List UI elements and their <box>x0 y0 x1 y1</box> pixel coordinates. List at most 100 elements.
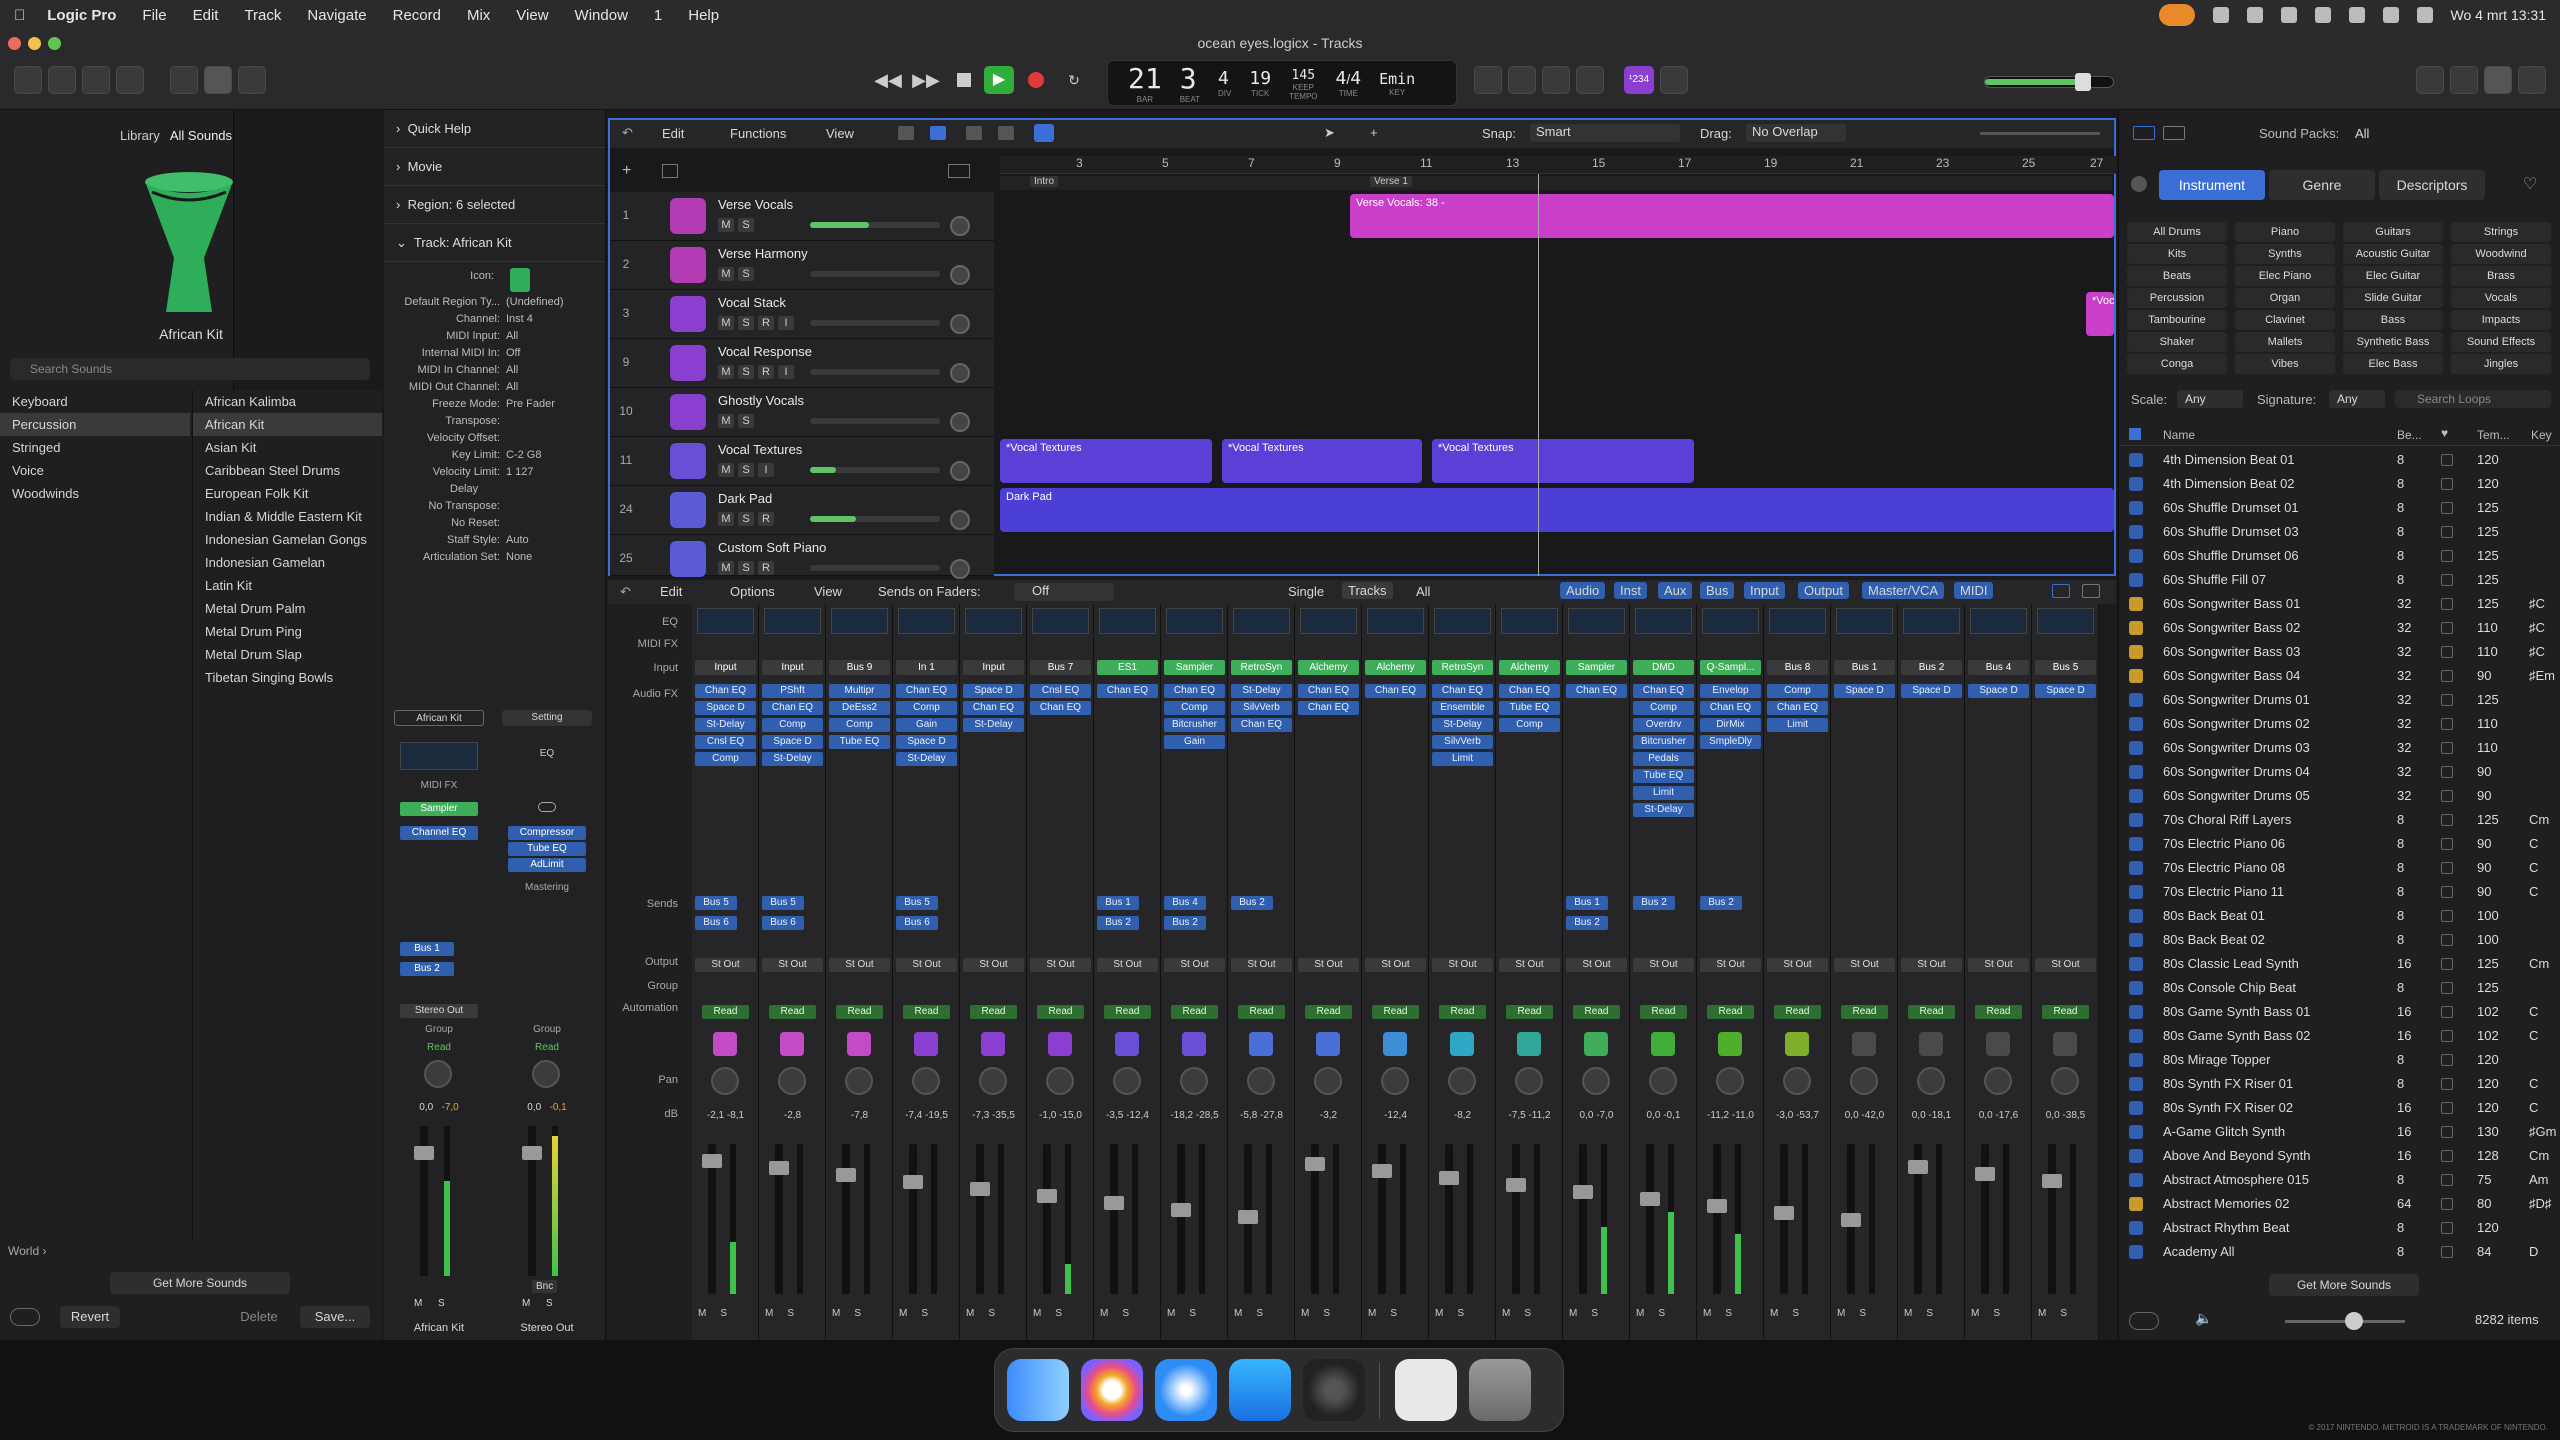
channel-fader[interactable] <box>1238 1144 1258 1294</box>
mute-button[interactable]: M <box>1033 1308 1041 1319</box>
mute-button[interactable]: M <box>2038 1308 2046 1319</box>
solo-icon[interactable] <box>1508 66 1536 94</box>
mute-button[interactable]: M <box>718 218 734 232</box>
loops-view-icon[interactable] <box>2133 126 2155 140</box>
fader-cap[interactable] <box>1171 1203 1191 1217</box>
input-monitor-button[interactable]: I <box>778 365 794 379</box>
send-slot[interactable]: Bus 2 <box>1633 896 1675 910</box>
solo-button[interactable]: S <box>720 1308 727 1319</box>
pointer-tool-icon[interactable]: ➤ <box>1324 125 1335 141</box>
audio-fx-slot[interactable]: Chan EQ <box>1231 718 1292 732</box>
favorite-checkbox[interactable] <box>2441 598 2453 610</box>
solo-button[interactable]: S <box>1658 1308 1665 1319</box>
library-item[interactable]: Indonesian Gamelan Gongs <box>193 528 382 551</box>
channel-output[interactable]: St Out <box>1365 958 1426 972</box>
automation-mode[interactable]: Read <box>1439 1005 1486 1019</box>
mute-button[interactable]: M <box>1167 1308 1175 1319</box>
favorite-checkbox[interactable] <box>2441 910 2453 922</box>
cycle-icon[interactable]: ↻ <box>1060 66 1088 94</box>
audio-fx-slot[interactable]: Gain <box>1164 735 1225 749</box>
send-slot[interactable]: Bus 1 <box>1097 896 1139 910</box>
library-category[interactable]: Percussion <box>0 413 190 436</box>
loop-list-item[interactable]: Academy All 8 84 D <box>2119 1240 2560 1264</box>
menu-mix[interactable]: Mix <box>467 7 490 24</box>
channel-fader[interactable] <box>1573 1144 1593 1294</box>
channel-eq-thumb[interactable] <box>697 608 754 634</box>
loop-category-button[interactable]: Jingles <box>2451 354 2551 374</box>
tab-descriptors[interactable]: Descriptors <box>2379 170 2485 200</box>
audio-fx-slot[interactable]: Chan EQ <box>1164 684 1225 698</box>
list-editors-icon[interactable] <box>2416 66 2444 94</box>
fader-cap[interactable] <box>1707 1199 1727 1213</box>
catch-icon[interactable] <box>1034 124 1054 142</box>
narrow-channels-icon[interactable] <box>2052 584 2070 598</box>
track-volume-slider[interactable] <box>810 369 940 375</box>
mute-button[interactable]: M <box>1234 1308 1242 1319</box>
channel-eq-thumb[interactable] <box>764 608 821 634</box>
loop-list-item[interactable]: 80s Console Chip Beat 8 125 <box>2119 976 2560 1000</box>
menu-view[interactable]: View <box>516 7 548 24</box>
automation-mode[interactable]: Read <box>1975 1005 2022 1019</box>
column-beats[interactable]: Be... <box>2397 428 2422 442</box>
loop-list-item[interactable]: 80s Classic Lead Synth 16 125 Cm <box>2119 952 2560 976</box>
audio-fx-slot[interactable]: Chan EQ <box>762 701 823 715</box>
audio-fx-slot[interactable]: Multipr <box>829 684 890 698</box>
audio-fx-slot[interactable]: Chan EQ <box>1499 684 1560 698</box>
fader-cap[interactable] <box>1372 1164 1392 1178</box>
send-slot[interactable]: Bus 4 <box>1164 896 1206 910</box>
record-enable-button[interactable]: R <box>758 512 774 526</box>
pan-knob[interactable] <box>778 1067 806 1095</box>
automation-icon[interactable] <box>966 126 982 140</box>
send-slot[interactable]: Bus 2 <box>1566 916 1608 930</box>
send-slot[interactable]: Bus 2 <box>1097 916 1139 930</box>
region-vocal-textures[interactable]: *Vocal Textures <box>1222 439 1422 483</box>
channel-input[interactable]: Alchemy <box>1499 660 1560 675</box>
pan-knob[interactable] <box>532 1060 560 1088</box>
track-volume-slider[interactable] <box>810 467 940 473</box>
loop-category-button[interactable]: Vocals <box>2451 288 2551 308</box>
favorite-checkbox[interactable] <box>2441 1126 2453 1138</box>
automation-mode[interactable]: Read <box>1104 1005 1151 1019</box>
loops-grid-icon[interactable] <box>2129 428 2141 440</box>
tab-instrument[interactable]: Instrument <box>2159 170 2265 200</box>
track-name[interactable]: Dark Pad <box>718 491 772 506</box>
menu-window[interactable]: Window <box>575 7 628 24</box>
mute-button[interactable]: M <box>966 1308 974 1319</box>
loop-list-item[interactable]: 60s Shuffle Fill 07 8 125 <box>2119 568 2560 592</box>
preview-volume-knob[interactable] <box>2345 1312 2363 1330</box>
automation-mode[interactable]: Read <box>1841 1005 1888 1019</box>
input-monitor-button[interactable]: I <box>778 316 794 330</box>
automation-mode[interactable]: Read <box>903 1005 950 1019</box>
track-name[interactable]: Vocal Response <box>718 344 812 359</box>
favorite-checkbox[interactable] <box>2441 742 2453 754</box>
timeline-ruler[interactable]: 3 5 7 9 11 13 15 17 19 21 23 25 27 <box>1000 156 2116 174</box>
solo-button[interactable]: S <box>921 1308 928 1319</box>
channel-eq-thumb[interactable] <box>1434 608 1491 634</box>
mute-button[interactable]: M <box>1435 1308 1443 1319</box>
channel-output[interactable]: St Out <box>695 958 756 972</box>
revert-button[interactable]: Revert <box>60 1306 120 1328</box>
solo-button[interactable]: S <box>1189 1308 1196 1319</box>
quick-help-icon[interactable] <box>82 66 110 94</box>
strip-fader[interactable] <box>522 1126 542 1276</box>
loop-category-button[interactable]: Piano <box>2235 222 2335 242</box>
channel-output[interactable]: St Out <box>1164 958 1225 972</box>
channel-output[interactable]: St Out <box>1097 958 1158 972</box>
mute-button[interactable]: M <box>718 365 734 379</box>
loop-category-button[interactable]: Mallets <box>2235 332 2335 352</box>
strip-eq-thumb[interactable] <box>400 742 478 770</box>
pan-knob[interactable] <box>845 1067 873 1095</box>
favorite-checkbox[interactable] <box>2441 574 2453 586</box>
favorite-checkbox[interactable] <box>2441 886 2453 898</box>
library-item[interactable]: Latin Kit <box>193 574 382 597</box>
track-volume-slider[interactable] <box>810 418 940 424</box>
loop-category-button[interactable]: Elec Piano <box>2235 266 2335 286</box>
audio-fx-slot[interactable]: Overdrv <box>1633 718 1694 732</box>
channel-input[interactable]: RetroSyn <box>1231 660 1292 675</box>
track-header[interactable]: 3 Vocal Stack M S R I <box>610 290 994 339</box>
loop-category-button[interactable]: Organ <box>2235 288 2335 308</box>
channel-input[interactable]: Bus 7 <box>1030 660 1091 675</box>
audio-fx-slot[interactable]: Ensemble <box>1432 701 1493 715</box>
fader-cap[interactable] <box>702 1154 722 1168</box>
send-slot[interactable]: Bus 6 <box>762 916 804 930</box>
